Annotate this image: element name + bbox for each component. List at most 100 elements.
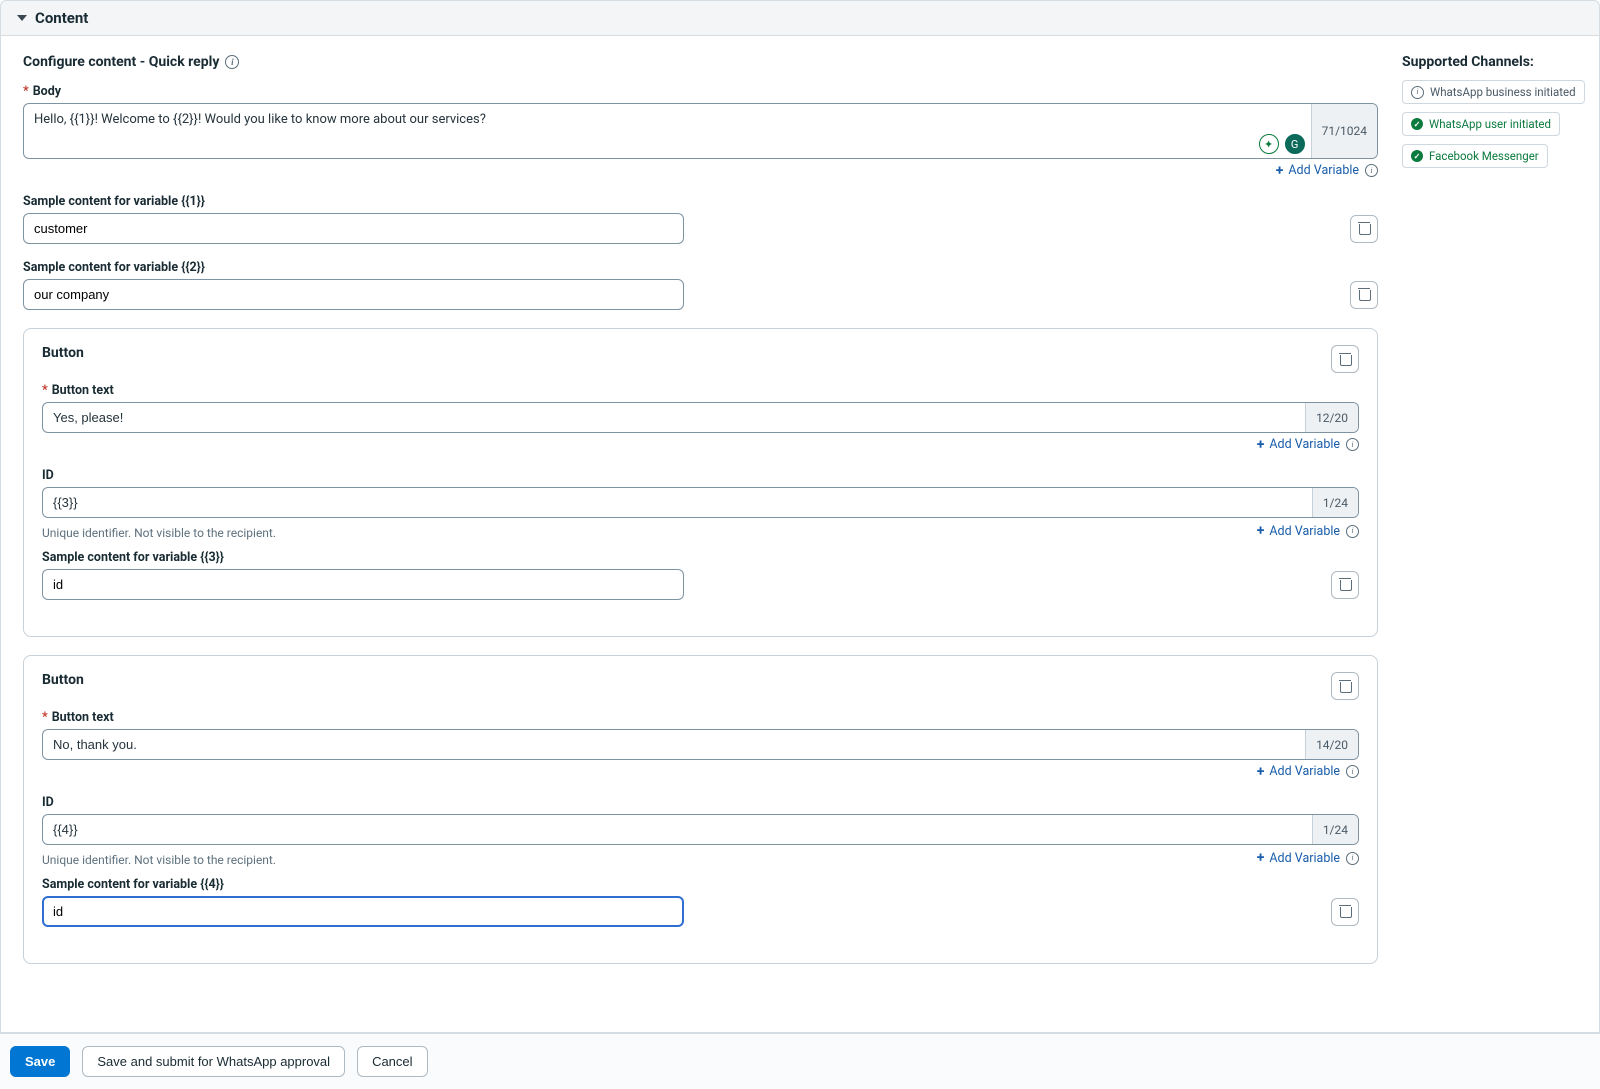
button-id-actions: Unique identifier. Not visible to the re… bbox=[42, 849, 1359, 867]
button-sample-row bbox=[42, 896, 1359, 927]
body-label: * Body bbox=[23, 84, 1378, 99]
button-sample-input[interactable] bbox=[42, 896, 684, 927]
add-variable-button-text[interactable]: +Add Variable bbox=[1257, 764, 1340, 779]
button-text-wrap: 12/20 bbox=[42, 402, 1359, 433]
button-id-wrap: 1/24 bbox=[42, 487, 1359, 518]
button-text-actions: +Add Variable i bbox=[42, 764, 1359, 779]
button-sample-row bbox=[42, 569, 1359, 600]
channels-title: Supported Channels: bbox=[1402, 54, 1577, 70]
chevron-down-icon bbox=[17, 15, 27, 21]
button-id-hint: Unique identifier. Not visible to the re… bbox=[42, 853, 276, 867]
delete-button-sample[interactable] bbox=[1331, 898, 1359, 926]
bulb-icon[interactable]: ✦ bbox=[1259, 134, 1279, 154]
info-icon[interactable]: i bbox=[225, 55, 239, 69]
body-counter: 71/1024 bbox=[1311, 104, 1377, 158]
info-icon[interactable]: i bbox=[1365, 164, 1378, 177]
button-sample-input[interactable] bbox=[42, 569, 684, 600]
variable-sample-input[interactable] bbox=[23, 213, 684, 244]
supported-channels: Supported Channels: i WhatsApp business i… bbox=[1402, 54, 1577, 1008]
delete-button-sample[interactable] bbox=[1331, 571, 1359, 599]
channel-label: WhatsApp user initiated bbox=[1429, 117, 1551, 131]
delete-button-panel[interactable] bbox=[1331, 672, 1359, 700]
info-icon[interactable]: i bbox=[1346, 438, 1359, 451]
trash-icon bbox=[1339, 905, 1351, 918]
section-title: Content bbox=[35, 9, 88, 27]
body-actions: + Add Variable i bbox=[23, 163, 1378, 178]
content-section-header[interactable]: Content bbox=[0, 0, 1600, 36]
button-panel: Button *Button text 12/20 +Add Variable … bbox=[23, 328, 1378, 637]
cancel-button[interactable]: Cancel bbox=[357, 1046, 427, 1077]
variable-sample-input[interactable] bbox=[23, 279, 684, 310]
body-textarea[interactable]: Hello, {{1}}! Welcome to {{2}}! Would yo… bbox=[24, 104, 1311, 158]
button-text-input[interactable] bbox=[43, 730, 1305, 759]
variable-sample-row bbox=[23, 213, 1378, 244]
info-icon[interactable]: i bbox=[1346, 852, 1359, 865]
button-id-input[interactable] bbox=[43, 488, 1312, 517]
required-marker: * bbox=[23, 84, 29, 99]
body-label-text: Body bbox=[33, 84, 61, 99]
plus-icon: + bbox=[1257, 851, 1265, 865]
button-text-counter: 12/20 bbox=[1305, 403, 1358, 432]
plus-icon: + bbox=[1257, 765, 1265, 779]
trash-icon bbox=[1339, 680, 1351, 693]
button-id-hint: Unique identifier. Not visible to the re… bbox=[42, 526, 276, 540]
button-sample-label: Sample content for variable {{4}} bbox=[42, 877, 1359, 892]
configure-subheader-text: Configure content - Quick reply bbox=[23, 54, 219, 70]
variable-sample-group: Sample content for variable {{2}} bbox=[23, 260, 1378, 310]
save-button[interactable]: Save bbox=[10, 1046, 70, 1077]
delete-button-panel[interactable] bbox=[1331, 345, 1359, 373]
plus-icon: + bbox=[1276, 164, 1284, 178]
button-panel-title: Button bbox=[42, 672, 84, 688]
check-icon: ✓ bbox=[1411, 118, 1423, 130]
save-submit-button[interactable]: Save and submit for WhatsApp approval bbox=[82, 1046, 345, 1077]
bottom-bar: Save Save and submit for WhatsApp approv… bbox=[0, 1033, 1600, 1089]
grammarly-icon[interactable]: G bbox=[1285, 134, 1305, 154]
configure-subheader: Configure content - Quick reply i bbox=[23, 54, 1378, 70]
button-text-label: *Button text bbox=[42, 710, 1359, 725]
check-icon: ✓ bbox=[1411, 150, 1423, 162]
channel-chip: ✓Facebook Messenger bbox=[1402, 144, 1548, 168]
add-variable-button-text[interactable]: +Add Variable bbox=[1257, 437, 1340, 452]
info-icon[interactable]: i bbox=[1346, 765, 1359, 778]
button-text-label: *Button text bbox=[42, 383, 1359, 398]
button-sample-label: Sample content for variable {{3}} bbox=[42, 550, 1359, 565]
button-id-label: ID bbox=[42, 468, 1359, 483]
delete-variable-button[interactable] bbox=[1350, 215, 1378, 243]
button-id-label: ID bbox=[42, 795, 1359, 810]
add-variable-button-id[interactable]: +Add Variable bbox=[1257, 851, 1340, 866]
button-text-wrap: 14/20 bbox=[42, 729, 1359, 760]
body-group: * Body Hello, {{1}}! Welcome to {{2}}! W… bbox=[23, 84, 1378, 178]
button-text-counter: 14/20 bbox=[1305, 730, 1358, 759]
body-textarea-value: Hello, {{1}}! Welcome to {{2}}! Would yo… bbox=[34, 112, 486, 127]
variable-sample-label: Sample content for variable {{1}} bbox=[23, 194, 1378, 209]
delete-variable-button[interactable] bbox=[1350, 281, 1378, 309]
button-panel-title: Button bbox=[42, 345, 84, 361]
main-area: Configure content - Quick reply i * Body… bbox=[0, 36, 1600, 1033]
trash-icon bbox=[1358, 288, 1370, 301]
info-icon: i bbox=[1411, 86, 1424, 99]
button-id-input[interactable] bbox=[43, 815, 1312, 844]
body-textarea-wrap: Hello, {{1}}! Welcome to {{2}}! Would yo… bbox=[23, 103, 1378, 159]
info-icon[interactable]: i bbox=[1346, 525, 1359, 538]
add-variable-body[interactable]: + Add Variable bbox=[1276, 163, 1359, 178]
channel-label: WhatsApp business initiated bbox=[1430, 85, 1576, 99]
variable-sample-group: Sample content for variable {{1}} bbox=[23, 194, 1378, 244]
channel-chip: ✓ WhatsApp user initiated bbox=[1402, 112, 1560, 136]
button-text-input[interactable] bbox=[43, 403, 1305, 432]
button-id-wrap: 1/24 bbox=[42, 814, 1359, 845]
body-ai-icons: ✦ G bbox=[1259, 134, 1305, 154]
add-variable-label: Add Variable bbox=[1288, 163, 1359, 178]
trash-icon bbox=[1358, 222, 1370, 235]
button-id-counter: 1/24 bbox=[1312, 488, 1358, 517]
add-variable-button-id[interactable]: +Add Variable bbox=[1257, 524, 1340, 539]
button-id-actions: Unique identifier. Not visible to the re… bbox=[42, 522, 1359, 540]
variable-sample-label: Sample content for variable {{2}} bbox=[23, 260, 1378, 275]
button-panel: Button *Button text 14/20 +Add Variable … bbox=[23, 655, 1378, 964]
button-id-counter: 1/24 bbox=[1312, 815, 1358, 844]
variable-sample-row bbox=[23, 279, 1378, 310]
left-column: Configure content - Quick reply i * Body… bbox=[23, 54, 1378, 1008]
plus-icon: + bbox=[1257, 524, 1265, 538]
trash-icon bbox=[1339, 353, 1351, 366]
trash-icon bbox=[1339, 578, 1351, 591]
button-text-actions: +Add Variable i bbox=[42, 437, 1359, 452]
